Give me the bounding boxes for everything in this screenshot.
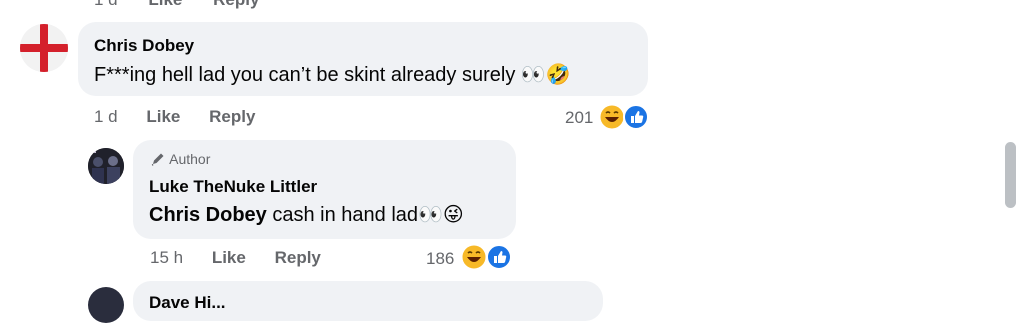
author-badge: Author <box>150 151 210 167</box>
scrollbar-thumb[interactable] <box>1005 142 1016 208</box>
reply-author[interactable]: Luke TheNuke Littler <box>149 177 317 197</box>
avatar[interactable] <box>88 148 124 184</box>
reply-link[interactable]: Reply <box>209 107 255 126</box>
reaction-count: 186 <box>426 249 455 268</box>
reply-link[interactable]: Reply <box>275 248 321 267</box>
comment-bubble: Chris Dobey F***ing hell lad you can’t b… <box>78 22 648 96</box>
reply-action-row: 15 h Like Reply <box>150 248 321 268</box>
reaction-count: 201 <box>565 108 594 127</box>
comment-time[interactable]: 1 d <box>94 107 118 126</box>
top-action-row: 1 d Like Reply <box>94 0 259 10</box>
like-reaction-icon <box>486 244 512 270</box>
avatar[interactable] <box>88 287 124 323</box>
like-link[interactable]: Like <box>212 248 246 267</box>
haha-emoji-icon <box>599 104 625 130</box>
reply-text: cash in hand lad👀😜 <box>266 204 464 226</box>
top-like-link[interactable]: Like <box>148 0 182 9</box>
comment-text: F***ing hell lad you can’t be skint alre… <box>94 64 571 86</box>
author-badge-label: Author <box>169 151 211 167</box>
mention-link[interactable]: Chris Dobey <box>149 204 267 226</box>
top-time: 1 d <box>94 0 118 9</box>
comment-author[interactable]: Chris Dobey <box>94 36 194 56</box>
reply-text-line: Chris Dobey cash in hand lad👀😜 <box>149 202 464 227</box>
comment-author[interactable]: Dave Hi... <box>149 293 226 313</box>
like-link[interactable]: Like <box>146 107 180 126</box>
england-flag-icon <box>20 24 68 72</box>
comment-bubble: Dave Hi... <box>133 281 603 321</box>
avatar[interactable] <box>20 24 68 72</box>
comment-action-row: 1 d Like Reply <box>94 107 255 127</box>
like-reaction-icon <box>623 104 649 130</box>
haha-emoji-icon <box>461 244 487 270</box>
reply-time[interactable]: 15 h <box>150 248 183 267</box>
player-photo-avatar <box>88 148 124 184</box>
top-reply-link[interactable]: Reply <box>213 0 259 9</box>
reply-bubble: Author Luke TheNuke Littler Chris Dobey … <box>133 140 516 239</box>
pencil-icon <box>151 153 164 166</box>
